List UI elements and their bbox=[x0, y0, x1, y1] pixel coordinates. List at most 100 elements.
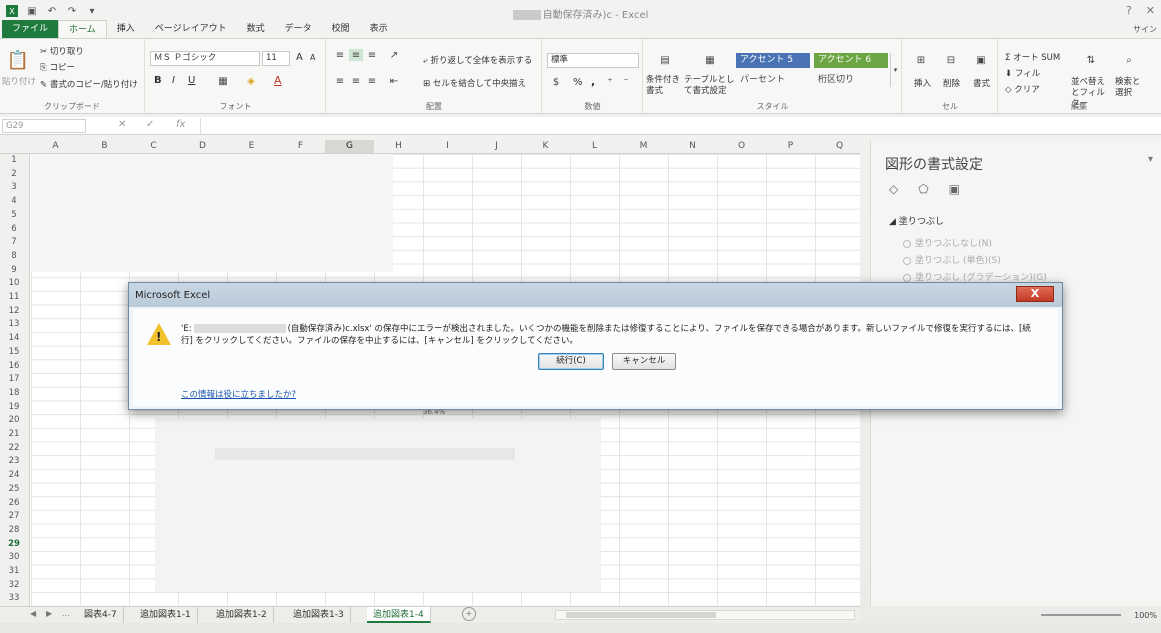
conditional-format-button[interactable]: 条件付き書式 bbox=[646, 75, 686, 97]
column-header[interactable]: D bbox=[178, 141, 227, 151]
font-color-button[interactable]: A bbox=[274, 74, 282, 87]
enter-icon[interactable]: ✓ bbox=[146, 119, 154, 130]
sheet-tab[interactable]: 図表4-7 bbox=[78, 607, 124, 623]
sheet-tab[interactable]: 追加図表1-1 bbox=[134, 607, 198, 623]
sheet-tab[interactable]: 追加図表1-3 bbox=[287, 607, 351, 623]
pane-options-icon[interactable]: ▾ bbox=[1148, 154, 1153, 165]
align-center-icon[interactable]: ≡ bbox=[349, 75, 363, 87]
bold-button[interactable]: B bbox=[154, 75, 162, 86]
row-header[interactable]: 21 bbox=[0, 429, 28, 439]
font-name-select[interactable]: ＭＳ Ｐゴシック bbox=[150, 51, 260, 66]
font-size-select[interactable]: 11 bbox=[262, 51, 290, 66]
italic-button[interactable]: I bbox=[172, 75, 175, 86]
row-header[interactable]: 14 bbox=[0, 333, 28, 343]
insert-function-button[interactable]: fx bbox=[176, 119, 185, 130]
row-header[interactable]: 24 bbox=[0, 470, 28, 480]
cut-button[interactable]: ✂ 切り取り bbox=[40, 45, 84, 57]
row-header[interactable]: 16 bbox=[0, 361, 28, 371]
cancel-button[interactable]: キャンセル bbox=[612, 353, 676, 370]
align-right-icon[interactable]: ≡ bbox=[365, 75, 379, 87]
sort-filter-icon[interactable]: ⇅ bbox=[1081, 49, 1101, 71]
tab-review[interactable]: 校閲 bbox=[322, 20, 360, 38]
tab-insert[interactable]: 挿入 bbox=[107, 20, 145, 38]
row-header[interactable]: 7 bbox=[0, 237, 28, 247]
style-percent[interactable]: パーセント bbox=[736, 73, 810, 88]
column-header[interactable]: I bbox=[423, 141, 472, 151]
effects-icon[interactable]: ⬠ bbox=[918, 182, 928, 196]
formula-input[interactable] bbox=[200, 118, 1158, 134]
continue-button[interactable]: 続行(C) bbox=[538, 353, 604, 370]
row-header[interactable]: 32 bbox=[0, 580, 28, 590]
tab-view[interactable]: 表示 bbox=[360, 20, 398, 38]
indent-icon[interactable]: ⇤ bbox=[387, 75, 401, 87]
row-header[interactable]: 10 bbox=[0, 278, 28, 288]
increase-decimal-icon[interactable]: ⁺ bbox=[603, 76, 617, 88]
column-header[interactable]: N bbox=[668, 141, 717, 151]
size-properties-icon[interactable]: ▣ bbox=[949, 182, 960, 196]
sign-in-link[interactable]: サイン bbox=[1133, 24, 1157, 35]
row-header[interactable]: 12 bbox=[0, 306, 28, 316]
autosum-button[interactable]: Σ オート SUM bbox=[1005, 51, 1060, 63]
fill-color-icon[interactable]: ◈ bbox=[244, 74, 258, 88]
row-header[interactable]: 22 bbox=[0, 443, 28, 453]
row-header[interactable]: 8 bbox=[0, 251, 28, 261]
row-header[interactable]: 17 bbox=[0, 374, 28, 384]
grow-font-button[interactable]: A bbox=[296, 52, 303, 63]
style-accent6[interactable]: アクセント 6 bbox=[814, 53, 888, 68]
shrink-font-button[interactable]: A bbox=[310, 53, 315, 62]
clear-button[interactable]: ◇ クリア bbox=[1005, 83, 1040, 95]
tab-home[interactable]: ホーム bbox=[58, 20, 107, 38]
fill-line-icon[interactable]: ◇ bbox=[889, 182, 898, 196]
scrollbar-thumb[interactable] bbox=[566, 612, 716, 618]
row-header[interactable]: 19 bbox=[0, 402, 28, 412]
paste-icon[interactable]: 📋 bbox=[6, 47, 30, 73]
wrap-text-button[interactable]: ⤶ 折り返して全体を表示する bbox=[423, 54, 532, 66]
row-header[interactable]: 13 bbox=[0, 319, 28, 329]
column-header[interactable]: G bbox=[325, 140, 374, 153]
row-header[interactable]: 20 bbox=[0, 415, 28, 425]
sheet-tab-active[interactable]: 追加図表1-4 bbox=[367, 607, 431, 623]
row-header[interactable]: 26 bbox=[0, 498, 28, 508]
row-header[interactable]: 5 bbox=[0, 210, 28, 220]
dialog-close-button[interactable]: X bbox=[1016, 286, 1054, 302]
fill-section-header[interactable]: ◢ 塗りつぶし bbox=[889, 214, 944, 227]
tab-file[interactable]: ファイル bbox=[2, 20, 59, 38]
row-header[interactable]: 11 bbox=[0, 292, 28, 302]
binoculars-icon[interactable]: ⌕ bbox=[1119, 49, 1139, 71]
row-header[interactable]: 27 bbox=[0, 511, 28, 521]
column-header[interactable]: F bbox=[276, 141, 325, 151]
zoom-slider[interactable] bbox=[1041, 614, 1121, 616]
no-fill-option[interactable]: 塗りつぶしなし(N) bbox=[903, 236, 992, 249]
format-as-table-icon[interactable]: ▦ bbox=[699, 49, 721, 71]
sheet-more[interactable]: ... bbox=[62, 609, 70, 618]
name-box[interactable]: G29 bbox=[2, 119, 86, 133]
column-header[interactable]: O bbox=[717, 141, 766, 151]
row-header[interactable]: 15 bbox=[0, 347, 28, 357]
align-left-icon[interactable]: ≡ bbox=[333, 75, 347, 87]
insert-cells-button[interactable]: 挿入 bbox=[914, 77, 931, 89]
solid-fill-option[interactable]: 塗りつぶし (単色)(S) bbox=[903, 253, 1001, 266]
row-header[interactable]: 23 bbox=[0, 456, 28, 466]
fill-button[interactable]: ⬇ フィル bbox=[1005, 67, 1040, 79]
sheet-tab[interactable]: 追加図表1-2 bbox=[210, 607, 274, 623]
add-sheet-button[interactable]: + bbox=[462, 607, 476, 621]
row-header[interactable]: 28 bbox=[0, 525, 28, 535]
format-painter-button[interactable]: ✎ 書式のコピー/貼り付け bbox=[40, 78, 138, 90]
row-header[interactable]: 31 bbox=[0, 566, 28, 576]
copy-button[interactable]: ⎘ コピー bbox=[40, 61, 75, 73]
delete-cells-button[interactable]: 削除 bbox=[943, 77, 960, 89]
row-header[interactable]: 9 bbox=[0, 265, 28, 275]
number-format-select[interactable]: 標準 bbox=[547, 53, 639, 68]
tab-page-layout[interactable]: ページレイアウト bbox=[145, 20, 237, 38]
cancel-icon[interactable]: ✕ bbox=[118, 119, 126, 130]
zoom-level[interactable]: 100% bbox=[1134, 611, 1157, 620]
decrease-decimal-icon[interactable]: ⁻ bbox=[619, 76, 633, 88]
format-cells-button[interactable]: 書式 bbox=[973, 77, 990, 89]
column-header[interactable]: E bbox=[227, 141, 276, 151]
delete-cells-icon[interactable]: ⊟ bbox=[941, 49, 961, 71]
currency-icon[interactable]: $ bbox=[549, 76, 563, 88]
underline-button[interactable]: U bbox=[188, 75, 195, 86]
column-header[interactable]: K bbox=[521, 141, 570, 151]
horizontal-scrollbar[interactable] bbox=[555, 610, 855, 620]
merge-center-button[interactable]: ⊞ セルを結合して中央揃え bbox=[423, 77, 526, 89]
